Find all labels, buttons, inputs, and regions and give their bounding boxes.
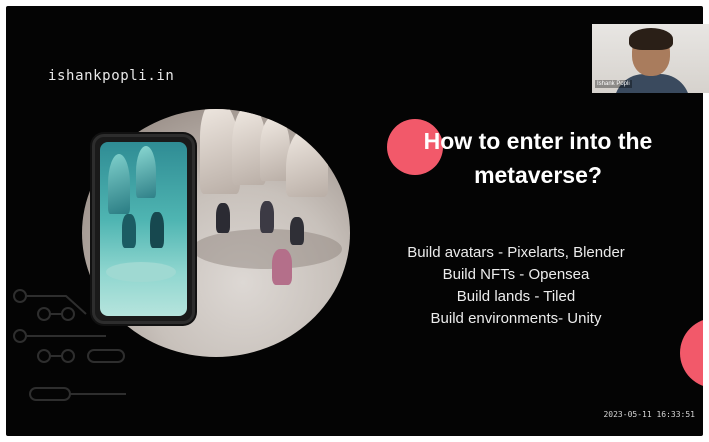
bullet-item: Build lands - Tiled [456,288,576,305]
avatar-figure [122,214,136,248]
bullet-item: Build environments- Unity [430,310,602,327]
bullet-item: Build avatars - Pixelarts, Blender [407,244,625,261]
bullet-item: Build NFTs - Opensea [442,266,590,283]
rock-shape [286,125,328,197]
avatar-figure [290,217,304,245]
avatar-figure [150,212,164,248]
participant-name: Ishank Popli [595,80,632,88]
decorative-circle [680,318,703,388]
title-line-1: How to enter into the [423,128,653,154]
title-line-2: metaverse? [474,162,602,188]
presenter-hair [629,28,673,50]
slide-brand-url: ishankpopli.in [48,68,175,84]
phone-screen [100,142,187,316]
phone-icon [92,134,195,324]
rock-shape [136,146,156,198]
timestamp: 2023-05-11 16:33:51 [603,410,695,419]
bullet-list: Build avatars - Pixelarts, Blender Build… [376,242,656,330]
avatar-figure [260,201,274,233]
floor-shadow [106,262,176,282]
avatar-figure [272,249,292,285]
rock-shape [108,154,130,214]
slide-title: How to enter into the metaverse? [378,124,698,192]
floor-shadow [192,229,342,269]
avatar-figure [216,203,230,233]
webcam-video[interactable]: Ishank Popli [592,24,709,93]
screen-frame: ishankpopli.in How to enter into the met… [0,0,709,442]
